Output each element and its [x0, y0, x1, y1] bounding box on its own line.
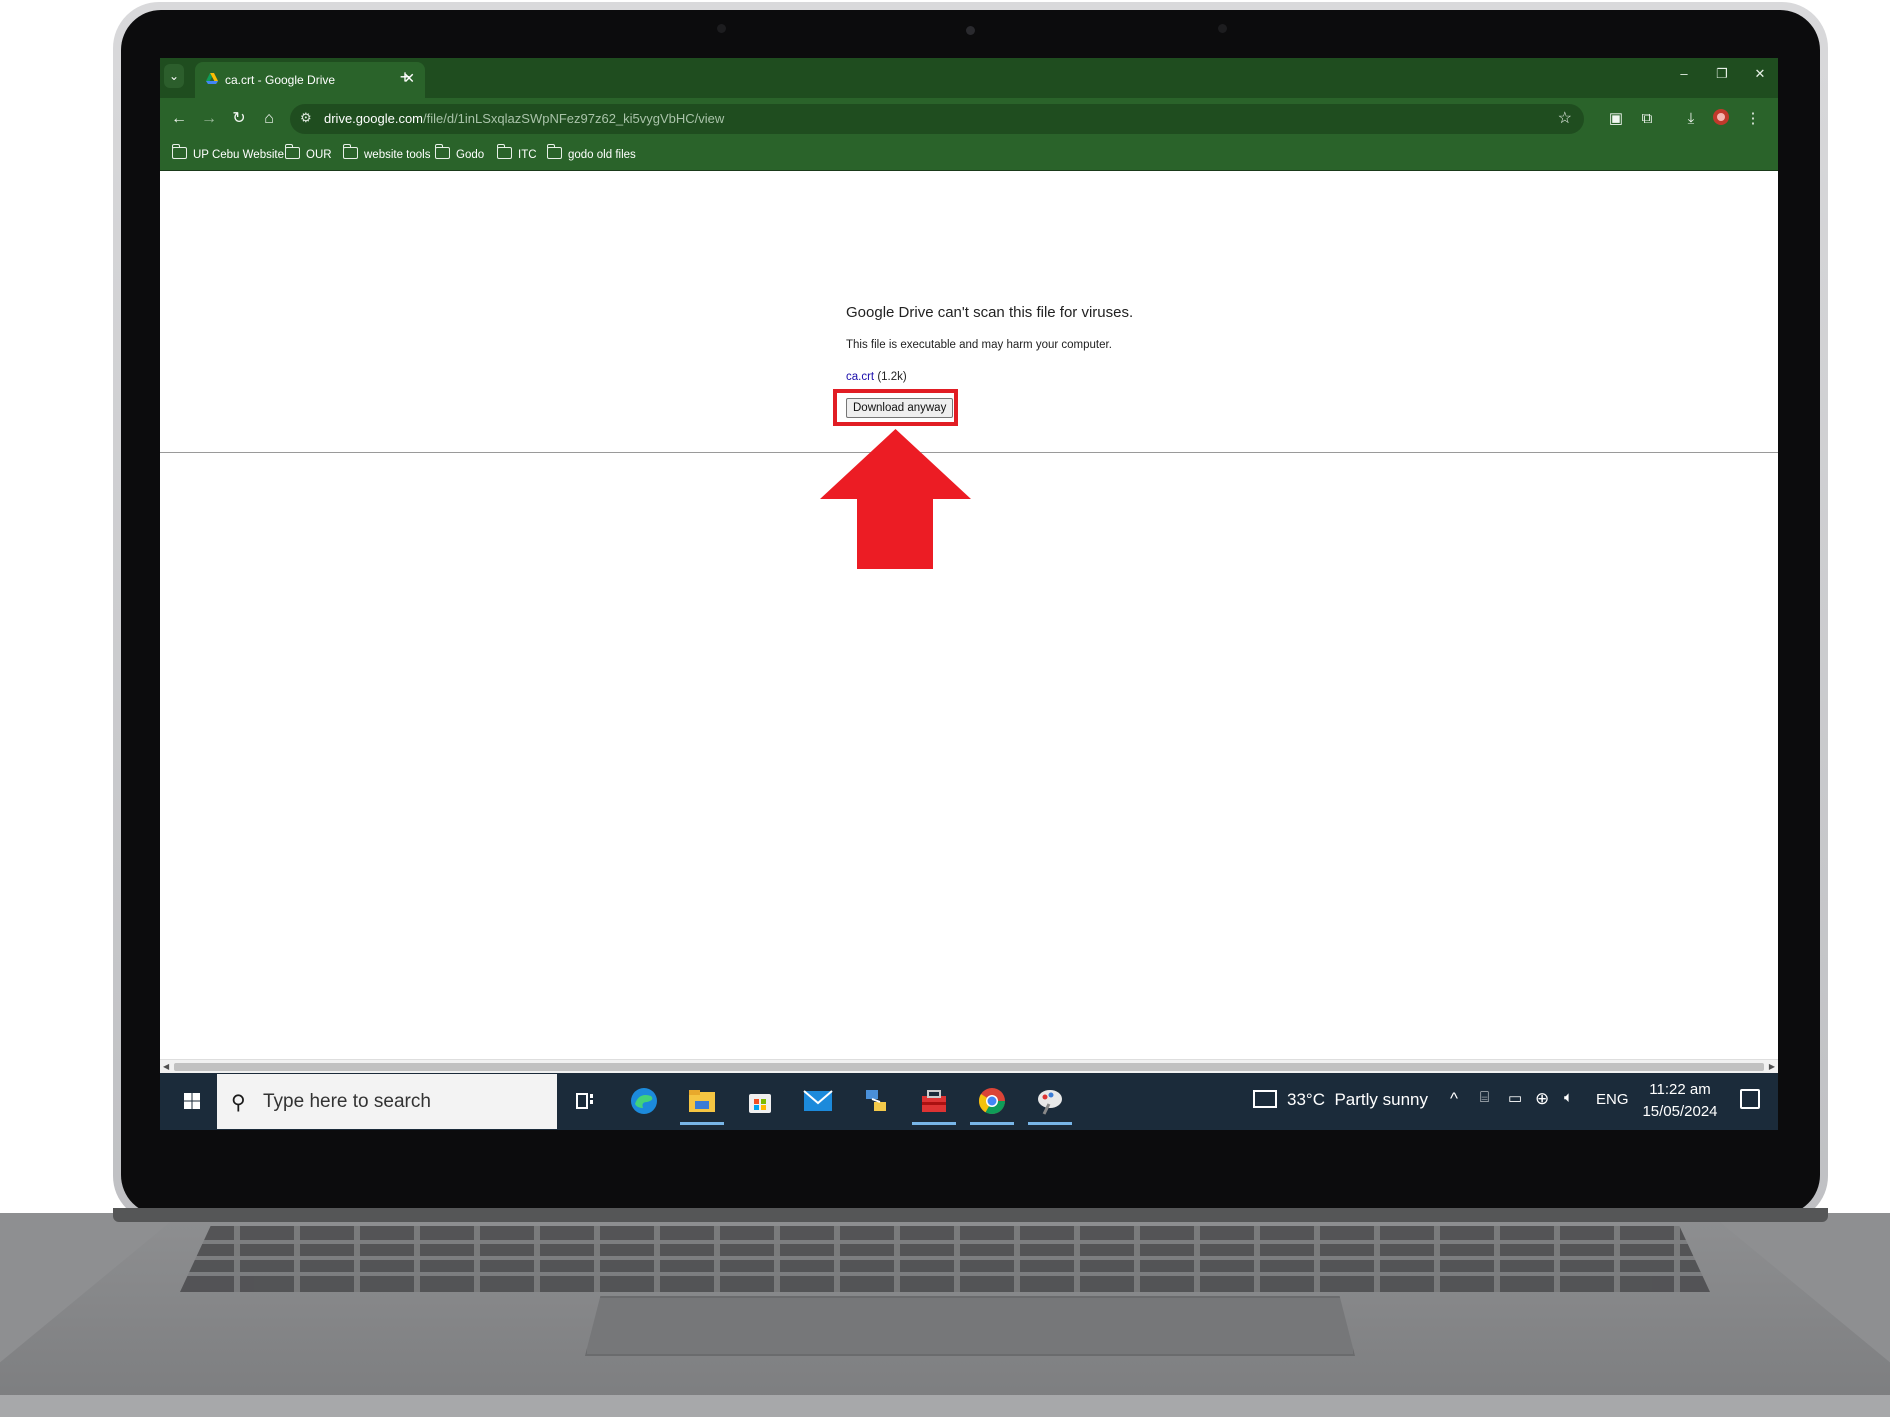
virus-scan-heading: Google Drive can't scan this file for vi… [846, 304, 1134, 321]
folder-icon [547, 144, 562, 159]
network-app-icon[interactable] [858, 1083, 894, 1119]
page-content: Google Drive can't scan this file for vi… [160, 171, 1778, 1059]
scroll-right-icon[interactable]: ▶ [1769, 1060, 1775, 1074]
red-up-arrow-icon [820, 429, 971, 569]
extension-icon[interactable]: ▣ [1605, 108, 1627, 130]
toolbox-app-icon[interactable] [912, 1083, 956, 1125]
folder-icon [435, 144, 450, 159]
minimize-button[interactable]: – [1674, 66, 1694, 81]
home-icon[interactable]: ⌂ [258, 108, 280, 130]
folder-icon [285, 144, 300, 159]
active-app-indicator [912, 1122, 956, 1125]
laptop-hinge [113, 1208, 1828, 1222]
taskbar-search-box[interactable]: ⚲ Type here to search [217, 1074, 557, 1129]
chevron-up-icon[interactable]: ^ [1450, 1089, 1458, 1109]
language-indicator[interactable]: ENG [1596, 1091, 1629, 1108]
webcam [966, 26, 975, 35]
folder-icon [497, 144, 512, 159]
clock-time: 11:22 am [1649, 1081, 1711, 1098]
search-placeholder: Type here to search [263, 1091, 431, 1112]
close-window-button[interactable]: ✕ [1750, 66, 1770, 82]
bookmark-godo[interactable]: Godo [435, 144, 484, 161]
download-icon[interactable]: ⤓ [1680, 108, 1702, 130]
store-icon[interactable] [742, 1083, 778, 1119]
paint-app-icon[interactable] [1028, 1083, 1072, 1125]
new-tab-button[interactable]: + [392, 64, 418, 90]
folder-icon [172, 144, 187, 159]
puzzle-extensions-icon[interactable]: ⧉ [1636, 108, 1658, 130]
tab-title: ca.crt - Google Drive [225, 73, 336, 87]
windows-start-icon[interactable] [170, 1085, 214, 1117]
google-drive-icon [206, 73, 218, 84]
bookmark-itc[interactable]: ITC [497, 144, 537, 161]
bezel-sensor [717, 24, 726, 33]
site-settings-icon[interactable]: ⚙ [300, 110, 318, 128]
file-info: ca.crt (1.2k) [846, 371, 907, 383]
taskbar: ⚲ Type here to search 33°C Partly sunny … [160, 1073, 1778, 1130]
url-text[interactable]: drive.google.com/file/d/1inLSxqlazSWpNFe… [324, 111, 724, 126]
task-view-icon[interactable] [568, 1083, 604, 1119]
active-app-indicator [1028, 1122, 1072, 1125]
restore-button[interactable]: ❐ [1712, 66, 1732, 82]
profile-avatar[interactable] [1710, 108, 1732, 130]
folder-icon [343, 144, 358, 159]
tab-google-drive[interactable]: ca.crt - Google Drive ✕ [195, 62, 425, 98]
menu-kebab-icon[interactable]: ⋮ [1742, 108, 1764, 130]
bookmark-our[interactable]: OUR [285, 144, 332, 161]
reload-icon[interactable]: ↻ [228, 108, 250, 130]
mail-icon[interactable] [800, 1083, 836, 1119]
active-app-indicator [970, 1122, 1014, 1125]
executable-warning: This file is executable and may harm you… [846, 339, 1112, 351]
file-explorer-icon[interactable] [680, 1083, 724, 1125]
notification-center-icon[interactable] [1740, 1089, 1760, 1109]
trackpad [585, 1296, 1355, 1356]
keyboard [180, 1226, 1710, 1292]
tab-search-button[interactable]: ⌄ [164, 64, 184, 88]
file-link[interactable]: ca.crt [846, 371, 874, 383]
bookmark-website-tools[interactable]: website tools [343, 144, 430, 161]
forward-icon[interactable]: → [198, 108, 220, 130]
weather-widget[interactable]: 33°C Partly sunny [1253, 1090, 1428, 1110]
speaker-icon[interactable]: 🔈︎ [1564, 1089, 1573, 1106]
laptop-base-edge [0, 1395, 1890, 1417]
news-icon [1253, 1090, 1277, 1108]
horizontal-scrollbar[interactable]: ◀ ▶ [160, 1059, 1778, 1074]
tab-strip: ⌄ ca.crt - Google Drive ✕ + – ❐ ✕ [160, 58, 1778, 98]
bezel-sensor [1218, 24, 1227, 33]
globe-network-icon[interactable]: ⊕ [1535, 1089, 1549, 1109]
file-size: (1.2k) [877, 371, 907, 383]
screen: ⌄ ca.crt - Google Drive ✕ + – ❐ ✕ ← → ↻ … [160, 58, 1778, 1130]
battery-icon[interactable]: ▭ [1508, 1089, 1522, 1107]
bookmark-star-icon[interactable]: ☆ [1558, 108, 1572, 128]
active-app-indicator [680, 1122, 724, 1125]
bookmarks-bar: UP Cebu Website OUR website tools Godo I… [160, 140, 1778, 171]
browser-toolbar: ← → ↻ ⌂ ⚙ drive.google.com/file/d/1inLSx… [160, 98, 1778, 140]
url-host: drive.google.com [324, 111, 423, 126]
chrome-icon[interactable] [970, 1083, 1014, 1125]
search-icon: ⚲ [231, 1092, 246, 1114]
clock[interactable]: 11:22 am 15/05/2024 [1640, 1079, 1720, 1123]
weather-temp: 33°C [1287, 1090, 1325, 1109]
bookmark-godo-old-files[interactable]: godo old files [547, 144, 636, 161]
scroll-left-icon[interactable]: ◀ [163, 1060, 169, 1074]
back-icon[interactable]: ← [168, 108, 190, 130]
weather-desc: Partly sunny [1334, 1090, 1428, 1109]
url-path: /file/d/1inLSxqlazSWpNFez97z62_ki5vygVbH… [423, 111, 725, 126]
edge-icon[interactable] [626, 1083, 662, 1119]
address-bar[interactable]: ⚙ drive.google.com/file/d/1inLSxqlazSWpN… [290, 104, 1584, 134]
highlight-box [833, 389, 958, 426]
bookmark-up-cebu-website[interactable]: UP Cebu Website [172, 144, 284, 161]
clock-date: 15/05/2024 [1642, 1103, 1718, 1120]
meet-now-icon[interactable]: ⌸ [1480, 1089, 1489, 1106]
scrollbar-thumb[interactable] [174, 1063, 1764, 1071]
